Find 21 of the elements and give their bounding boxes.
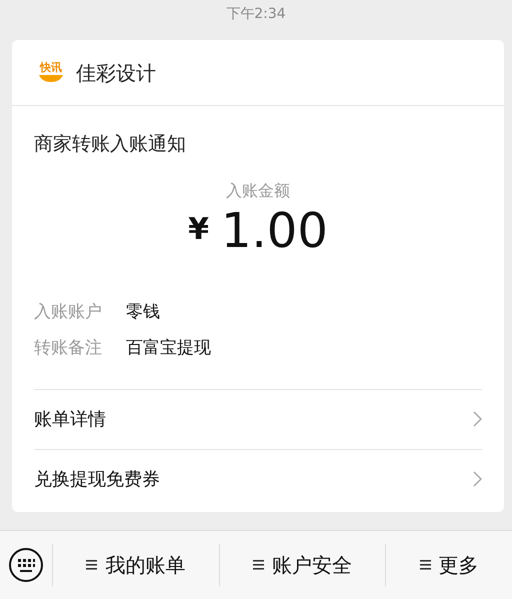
amount-value: 1.00	[221, 206, 328, 254]
menu-item[interactable]: 账户安全	[272, 550, 352, 580]
menu-icon	[86, 560, 98, 570]
field-value: 零钱	[126, 300, 160, 324]
amount-label: 入账金额	[226, 180, 290, 202]
menu-icon	[420, 560, 431, 570]
sender-name: 佳彩设计	[76, 60, 156, 86]
keyboard-icon[interactable]	[8, 547, 44, 583]
chevron-icon	[473, 471, 482, 487]
menu-item[interactable]: 我的账单	[105, 550, 186, 580]
menu-item[interactable]: 更多	[438, 550, 479, 580]
menu-icon	[253, 560, 264, 570]
status-time: 下午2:34	[226, 4, 286, 24]
notice-title: 商家转账入账通知	[34, 133, 186, 155]
chevron-icon	[473, 411, 482, 427]
link-row[interactable]: 账单详情	[34, 388, 482, 448]
link-row[interactable]: 兑换提现免费券	[34, 448, 482, 508]
currency-symbol: ¥	[188, 210, 209, 248]
field-label: 转账备注	[34, 336, 103, 360]
field-label: 入账账户	[34, 300, 103, 324]
field-value: 百富宝提现	[126, 336, 211, 360]
